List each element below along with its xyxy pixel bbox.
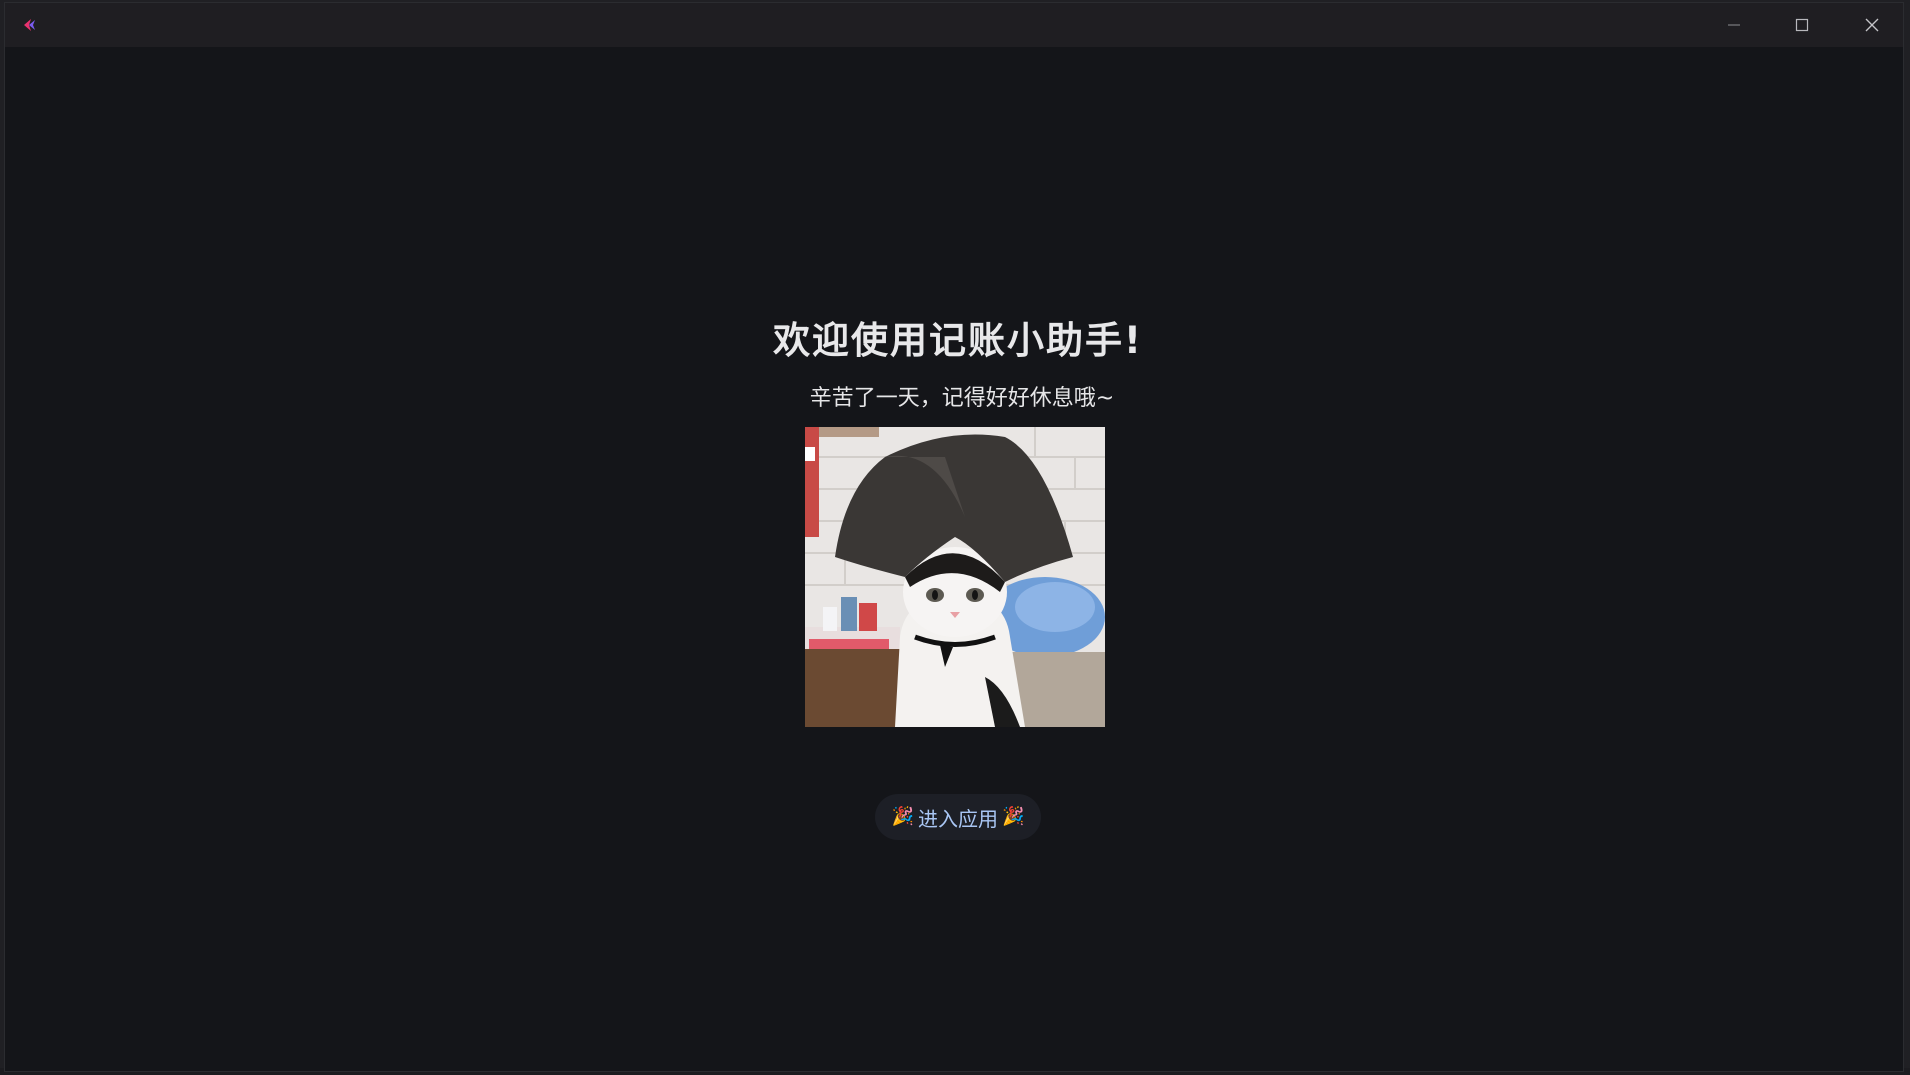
enter-app-label: 进入应用 — [918, 806, 998, 831]
app-logo-icon — [21, 17, 37, 33]
party-popper-icon: 🎉 — [1002, 806, 1025, 827]
maximize-button[interactable] — [1767, 3, 1837, 47]
title-bar[interactable] — [5, 3, 1903, 47]
minimize-icon — [1727, 18, 1741, 32]
party-popper-icon: 🎉 — [891, 806, 914, 827]
close-icon — [1864, 17, 1880, 33]
minimize-button[interactable] — [1699, 3, 1769, 47]
enter-app-button[interactable]: 🎉 进入应用 🎉 — [875, 794, 1041, 840]
app-window: 欢迎使用记账小助手! 辛苦了一天，记得好好休息哦~ 🎉 进入应用 🎉 — [4, 2, 1904, 1072]
welcome-title: 欢迎使用记账小助手! — [773, 319, 1143, 362]
maximize-icon — [1795, 18, 1809, 32]
cat-image — [805, 427, 1105, 727]
welcome-subtitle: 辛苦了一天，记得好好休息哦~ — [809, 386, 1115, 411]
close-button[interactable] — [1837, 3, 1907, 47]
welcome-page: 欢迎使用记账小助手! 辛苦了一天，记得好好休息哦~ 🎉 进入应用 🎉 — [5, 47, 1903, 1073]
